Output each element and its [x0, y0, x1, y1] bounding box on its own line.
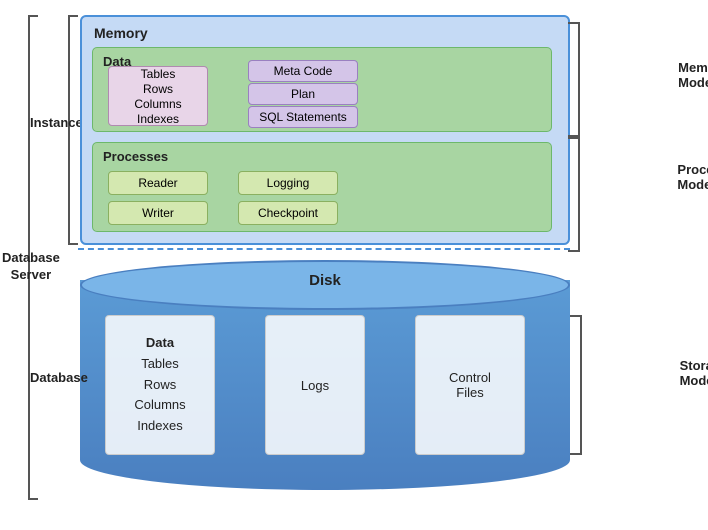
sql-statements-btn: SQL Statements [248, 106, 358, 128]
data-items-box: Tables Rows Columns Indexes [108, 66, 208, 126]
disk-logs-card: Logs [265, 315, 365, 455]
disk-label: Disk [309, 272, 341, 289]
process-model-label: ProcessModel [677, 162, 708, 192]
disk-control-files-card: Control Files [415, 315, 525, 455]
disk-control-label: Control [449, 370, 491, 385]
disk-files-label: Files [456, 385, 483, 400]
data-item-rows: Rows [143, 82, 173, 96]
disk-data-card: Data Tables Rows Columns Indexes [105, 315, 215, 455]
database-label: Database [30, 370, 88, 385]
meta-code-btn: Meta Code [248, 60, 358, 82]
disk-container: Disk Data Tables Rows Columns Indexes Lo… [80, 260, 570, 500]
process-model-bracket [568, 137, 580, 252]
separator-line [78, 248, 570, 250]
disk-logs-label: Logs [301, 378, 329, 393]
main-diagram: Database Server Instance Memory Data Tab… [60, 10, 640, 520]
disk-rows: Rows [144, 375, 177, 396]
storage-model-bracket [570, 315, 582, 455]
memory-model-label: MemoryModel [678, 60, 708, 90]
plan-btn: Plan [248, 83, 358, 105]
instance-label: Instance [30, 115, 83, 130]
data-item-columns: Columns [134, 97, 181, 111]
instance-bracket [68, 15, 78, 245]
db-server-label: Database Server [2, 250, 60, 284]
data-item-indexes: Indexes [137, 112, 179, 126]
memory-label: Memory [94, 25, 148, 41]
instance-box: Memory Data Tables Rows Columns Indexes … [80, 15, 570, 245]
data-item-tables: Tables [141, 67, 176, 81]
storage-model-label: StorageModel [680, 358, 708, 388]
logging-btn: Logging [238, 171, 338, 195]
disk-columns: Columns [134, 395, 185, 416]
disk-tables: Tables [141, 354, 179, 375]
reader-btn: Reader [108, 171, 208, 195]
processes-panel: Processes Reader Logging Writer Checkpoi… [92, 142, 552, 232]
memory-model-bracket [568, 22, 580, 137]
disk-data-title: Data [146, 333, 174, 354]
writer-btn: Writer [108, 201, 208, 225]
processes-label: Processes [103, 149, 168, 164]
data-panel: Data Tables Rows Columns Indexes Meta Co… [92, 47, 552, 132]
disk-indexes: Indexes [137, 416, 183, 437]
checkpoint-btn: Checkpoint [238, 201, 338, 225]
